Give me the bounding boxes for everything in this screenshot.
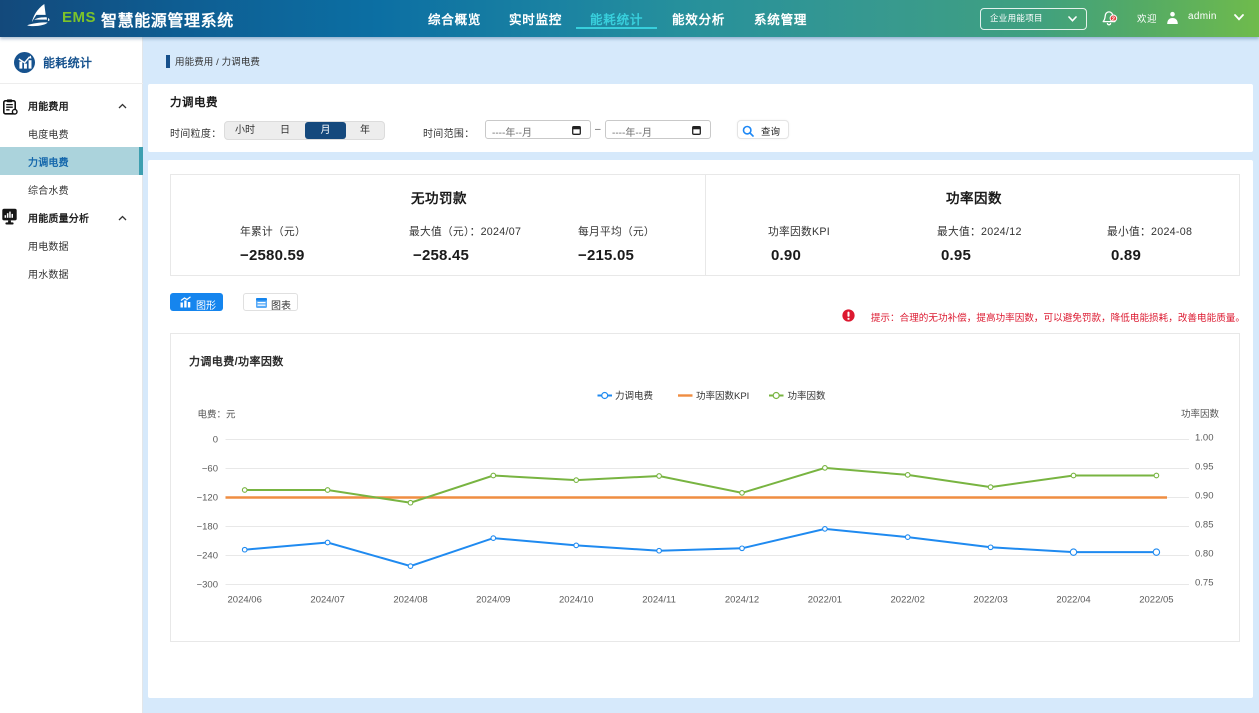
svg-text:力调电费: 力调电费 (615, 390, 653, 402)
svg-text:0.85: 0.85 (1195, 520, 1214, 531)
svg-text:2022/05: 2022/05 (1139, 595, 1173, 606)
svg-text:2024/09: 2024/09 (476, 595, 510, 606)
svg-text:力调电费/功率因数: 力调电费/功率因数 (189, 354, 284, 368)
svg-text:电费：元: 电费：元 (198, 409, 237, 421)
svg-text:功率因数: 功率因数 (788, 390, 827, 402)
svg-text:2022/03: 2022/03 (973, 595, 1007, 606)
svg-text:−60: −60 (202, 464, 218, 475)
svg-text:2024/10: 2024/10 (559, 595, 593, 606)
svg-text:2024/11: 2024/11 (642, 595, 676, 606)
svg-text:0.95: 0.95 (1195, 462, 1214, 473)
svg-text:2022/04: 2022/04 (1056, 595, 1090, 606)
svg-text:2024/12: 2024/12 (725, 595, 759, 606)
svg-text:功率因数KPI: 功率因数KPI (696, 390, 749, 402)
svg-text:1.00: 1.00 (1195, 433, 1214, 444)
svg-text:2024/07: 2024/07 (310, 595, 344, 606)
svg-text:2024/06: 2024/06 (228, 595, 262, 606)
svg-text:0.75: 0.75 (1195, 578, 1214, 589)
svg-text:2022/01: 2022/01 (808, 595, 842, 606)
svg-text:2: 2 (1112, 16, 1115, 22)
svg-text:−120: −120 (197, 493, 218, 504)
svg-text:0.80: 0.80 (1195, 549, 1214, 560)
svg-text:0.90: 0.90 (1195, 491, 1214, 502)
svg-text:−180: −180 (197, 522, 218, 533)
svg-text:−240: −240 (197, 551, 218, 562)
svg-text:−300: −300 (197, 580, 218, 591)
svg-text:0: 0 (213, 435, 218, 446)
svg-text:2022/02: 2022/02 (891, 595, 925, 606)
svg-text:2024/08: 2024/08 (393, 595, 427, 606)
svg-text:功率因数: 功率因数 (1181, 408, 1220, 420)
